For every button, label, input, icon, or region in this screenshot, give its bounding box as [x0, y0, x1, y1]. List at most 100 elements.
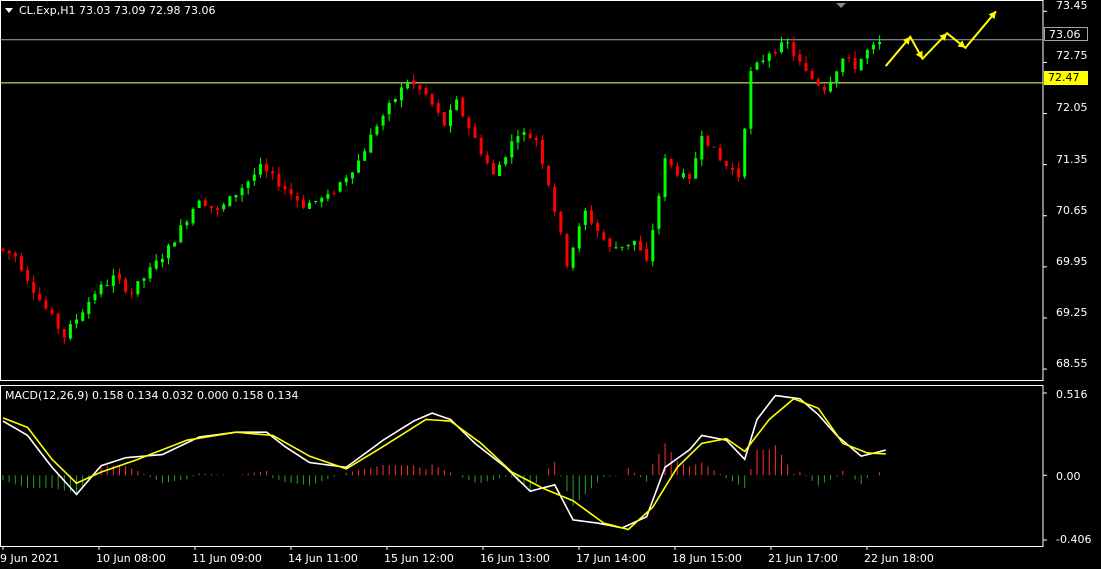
candle-body: [228, 196, 232, 207]
candle-body: [44, 300, 48, 309]
candle-body: [743, 128, 747, 177]
candle-body: [19, 256, 23, 271]
time-tick: 18 Jun 15:00: [672, 552, 742, 565]
candle-body: [295, 195, 299, 201]
candle-body: [75, 319, 79, 324]
candle-body: [780, 42, 784, 53]
candle-body: [26, 269, 30, 281]
macd-tick: 0.516: [1056, 388, 1088, 401]
candle-body: [326, 193, 330, 199]
candle-body: [528, 133, 532, 139]
candle-body: [246, 181, 250, 189]
candle-body: [829, 81, 833, 92]
candle-body: [81, 312, 85, 321]
candle-body: [406, 81, 410, 89]
candle-body: [700, 136, 704, 160]
macd-title: MACD(12,26,9) 0.158 0.134 0.032 0.000 0.…: [5, 389, 299, 402]
candle-body: [271, 171, 275, 174]
candle-body: [258, 164, 262, 175]
candle-body: [571, 247, 575, 268]
candle-body: [498, 164, 502, 176]
candle-body: [798, 54, 802, 62]
candle-body: [730, 167, 734, 171]
candle-body: [393, 98, 397, 102]
chart-canvas[interactable]: [0, 0, 1101, 569]
candle-body: [467, 117, 471, 129]
candle-body: [314, 200, 318, 202]
candle-body: [602, 232, 606, 240]
price-tick: 73.45: [1056, 0, 1088, 12]
candle-body: [712, 146, 716, 148]
candle-body: [675, 165, 679, 176]
candle-body: [847, 57, 851, 59]
candle-body: [810, 70, 814, 79]
candle-body: [203, 200, 207, 206]
candle-body: [589, 210, 593, 224]
macd-tick: -0.406: [1056, 533, 1092, 546]
candle-body: [252, 174, 256, 181]
candle-body: [651, 230, 655, 262]
candle-body: [878, 41, 882, 45]
candle-body: [504, 157, 508, 165]
candle-body: [681, 173, 685, 178]
candle-body: [216, 208, 220, 210]
price-pane-frame: [0, 0, 1044, 381]
candle-body: [632, 240, 636, 245]
candle-body: [111, 275, 115, 286]
macd-pane-frame: [0, 385, 1044, 547]
candle-body: [455, 99, 459, 110]
candle-body: [626, 244, 630, 247]
candle-body: [344, 177, 348, 183]
macd-main-line: [2, 394, 886, 529]
candle-body: [308, 202, 311, 209]
candle-body: [7, 250, 11, 254]
candle-body: [816, 79, 820, 86]
candle-body: [387, 103, 391, 115]
time-tick: 9 Jun 2021: [0, 552, 60, 565]
candle-body: [516, 136, 520, 143]
candle-body: [320, 197, 324, 203]
candle-body: [369, 134, 373, 153]
candle-body: [350, 172, 354, 179]
candle-body: [154, 260, 158, 269]
dropdown-triangle-icon[interactable]: [5, 8, 13, 13]
candle-body: [822, 86, 826, 91]
candle-body: [442, 112, 446, 126]
candle-body: [724, 161, 728, 167]
candle-body: [448, 109, 452, 126]
candle-body: [706, 135, 710, 146]
candle-body: [124, 279, 128, 292]
candle-body: [534, 137, 538, 141]
candle-body: [737, 168, 741, 178]
candle-body: [688, 174, 692, 179]
candle-body: [583, 210, 587, 225]
candle-body: [755, 62, 759, 70]
candle-body: [357, 160, 361, 173]
candle-body: [559, 211, 563, 233]
candle-body: [136, 281, 140, 295]
candle-body: [381, 115, 385, 126]
support-price-label: 72.47: [1044, 71, 1088, 85]
candle-body: [871, 44, 875, 50]
candle-body: [56, 313, 60, 329]
time-tick: 11 Jun 09:00: [192, 552, 262, 565]
candle-body: [185, 221, 189, 226]
price-tick: 72.05: [1056, 101, 1088, 114]
scroll-marker-icon[interactable]: [836, 3, 846, 8]
candle-body: [510, 141, 514, 158]
macd-tick: 0.00: [1056, 470, 1081, 483]
candle-body: [301, 199, 305, 208]
candle-body: [491, 162, 495, 175]
candle-body: [565, 234, 569, 267]
candle-body: [234, 195, 238, 198]
forecast-arrow-path: [884, 10, 997, 67]
candle-body: [608, 238, 612, 247]
candle-body: [865, 50, 869, 59]
candle-body: [179, 225, 183, 243]
candle-body: [50, 309, 54, 314]
candle-body: [13, 253, 17, 257]
candle-body: [87, 301, 91, 314]
candle-body: [547, 165, 551, 186]
candle-body: [479, 138, 483, 155]
candle-body: [399, 87, 403, 101]
